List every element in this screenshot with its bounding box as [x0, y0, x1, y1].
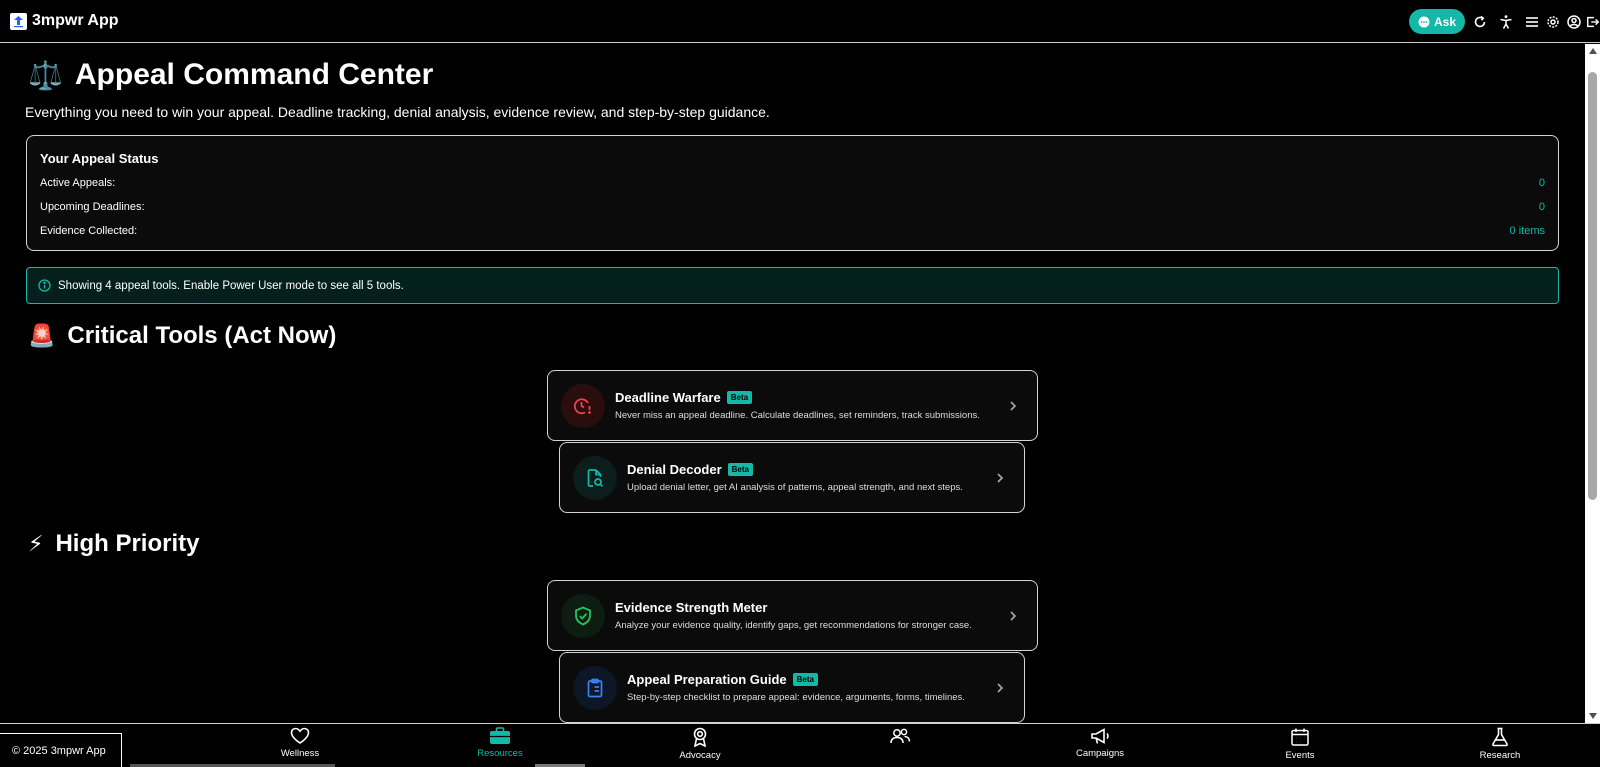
tool-card-denial-decoder[interactable]: Denial Decoder Beta Upload denial letter… [559, 442, 1025, 513]
app-title: 3mpwr App [32, 12, 119, 29]
tool-description: Step-by-step checklist to prepare appeal… [627, 692, 965, 703]
page-title-text: Appeal Command Center [74, 58, 434, 91]
chevron-right-icon [996, 682, 1004, 694]
nav-item-research[interactable]: Research [1460, 727, 1540, 761]
section-high-priority: ⚡ High Priority [28, 530, 199, 558]
chat-icon [1418, 16, 1430, 27]
stat-active-appeals: Active Appeals: 0 [40, 177, 1545, 189]
nav-item-community[interactable] [860, 727, 940, 748]
chevron-right-icon [1009, 400, 1017, 412]
app-logo-icon [10, 12, 27, 30]
nav-label: Events [1285, 750, 1315, 761]
clipboard-list-icon [573, 665, 617, 710]
appeal-status-card: Your Appeal Status Active Appeals: 0 Upc… [26, 135, 1559, 251]
tool-body: Deadline Warfare Beta Never miss an appe… [615, 390, 1009, 421]
top-bar: 3mpwr App Ask [0, 0, 1600, 43]
page-scrollbar[interactable] [1585, 44, 1600, 723]
shield-check-icon [561, 593, 605, 638]
section-title: Critical Tools (Act Now) [67, 322, 337, 349]
menu-icon[interactable] [1523, 13, 1541, 31]
section-critical-tools: 🚨 Critical Tools (Act Now) [28, 322, 336, 350]
tool-name: Deadline Warfare [615, 390, 721, 405]
ask-button[interactable]: Ask [1409, 9, 1465, 34]
accessibility-icon[interactable] [1497, 13, 1515, 31]
nav-item-campaigns[interactable]: Campaigns [1060, 727, 1140, 759]
tool-card-deadline-warfare[interactable]: Deadline Warfare Beta Never miss an appe… [547, 370, 1038, 441]
page-subtitle: Everything you need to win your appeal. … [25, 104, 770, 120]
page-title: ⚖️ Appeal Command Center [28, 58, 433, 92]
bottom-nav [0, 723, 1600, 767]
info-banner: Showing 4 appeal tools. Enable Power Use… [26, 267, 1559, 304]
stat-value: 0 [1538, 177, 1545, 189]
stat-evidence-collected: Evidence Collected: 0 items [40, 225, 1545, 237]
info-banner-text: Showing 4 appeal tools. Enable Power Use… [58, 279, 404, 292]
beta-badge: Beta [727, 463, 753, 476]
tool-description: Upload denial letter, get AI analysis of… [627, 482, 963, 493]
top-actions: Ask [1409, 0, 1600, 43]
tool-description: Analyze your evidence quality, identify … [615, 620, 972, 631]
status-title: Your Appeal Status [40, 151, 159, 166]
tool-description: Never miss an appeal deadline. Calculate… [615, 410, 980, 421]
calendar-icon [1291, 728, 1309, 746]
chevron-right-icon [996, 472, 1004, 484]
tool-card-appeal-preparation-guide[interactable]: Appeal Preparation Guide Beta Step-by-st… [559, 652, 1025, 723]
logout-icon[interactable] [1586, 13, 1600, 31]
lightning-icon: ⚡ [28, 531, 44, 556]
gear-icon[interactable] [1544, 13, 1562, 31]
scroll-down-icon[interactable] [1589, 713, 1597, 719]
stat-label: Evidence Collected: [40, 225, 138, 237]
briefcase-icon [490, 727, 510, 744]
file-search-icon [573, 455, 617, 500]
nav-item-resources[interactable]: Resources [460, 727, 540, 759]
chevron-right-icon [1009, 610, 1017, 622]
tool-name: Appeal Preparation Guide [627, 672, 787, 687]
nav-label: Campaigns [1075, 748, 1125, 759]
refresh-icon[interactable] [1471, 13, 1489, 31]
nav-label: Advocacy [679, 750, 721, 761]
tool-name: Denial Decoder [627, 462, 722, 477]
nav-label: Research [1479, 750, 1521, 761]
tool-body: Evidence Strength Meter Analyze your evi… [615, 600, 1009, 631]
megaphone-icon [1091, 728, 1109, 744]
nav-label: Wellness [280, 748, 320, 759]
ask-label: Ask [1433, 14, 1456, 29]
award-icon [693, 727, 707, 747]
section-title: High Priority [55, 530, 200, 557]
nav-label: Resources [477, 748, 523, 759]
nav-item-advocacy[interactable]: Advocacy [660, 727, 740, 761]
siren-icon: 🚨 [28, 323, 56, 348]
info-icon [38, 279, 51, 292]
user-circle-icon[interactable] [1565, 13, 1583, 31]
tool-card-evidence-strength-meter[interactable]: Evidence Strength Meter Analyze your evi… [547, 580, 1038, 651]
clock-alert-icon [561, 383, 605, 428]
main-content: ⚖️ Appeal Command Center Everything you … [0, 44, 1585, 723]
stat-upcoming-deadlines: Upcoming Deadlines: 0 [40, 201, 1545, 213]
scales-icon: ⚖️ [28, 59, 63, 91]
scroll-up-icon[interactable] [1589, 48, 1597, 54]
stat-label: Upcoming Deadlines: [40, 201, 145, 213]
stat-label: Active Appeals: [40, 177, 116, 189]
stat-value: 0 items [1509, 225, 1545, 237]
nav-item-events[interactable]: Events [1260, 727, 1340, 761]
heart-icon [290, 727, 310, 744]
beta-badge: Beta [726, 391, 753, 404]
users-icon [890, 728, 911, 744]
stat-value: 0 [1538, 201, 1545, 213]
tool-body: Appeal Preparation Guide Beta Step-by-st… [627, 672, 996, 703]
copyright: © 2025 3mpwr App [0, 733, 122, 767]
tool-name: Evidence Strength Meter [615, 600, 768, 615]
tool-body: Denial Decoder Beta Upload denial letter… [627, 462, 996, 493]
scrollbar-thumb[interactable] [1588, 72, 1597, 500]
nav-item-wellness[interactable]: Wellness [260, 727, 340, 759]
beta-badge: Beta [792, 673, 818, 686]
flask-icon [1492, 727, 1508, 747]
brand[interactable]: 3mpwr App [10, 12, 119, 30]
